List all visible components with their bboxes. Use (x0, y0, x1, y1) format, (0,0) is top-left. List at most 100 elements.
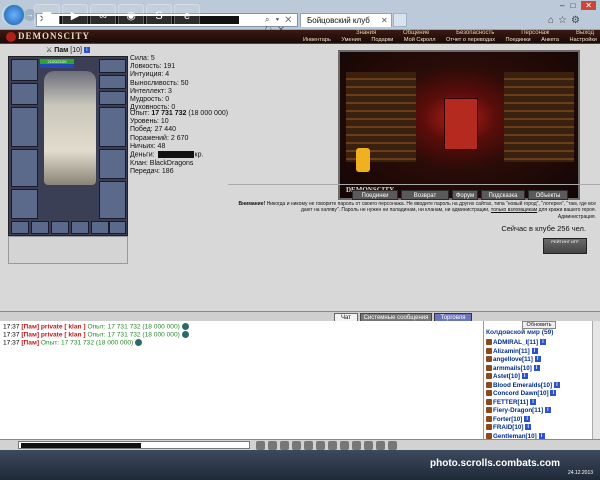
nav-inventory[interactable]: Инвентарь (303, 37, 331, 44)
smiles-icon[interactable] (292, 441, 301, 450)
nav-transfer-report[interactable]: Отчет о переводах (446, 37, 495, 44)
location-scene[interactable]: DEMONSCITY (338, 50, 580, 200)
ring-slot-1[interactable] (99, 75, 126, 89)
list-item[interactable]: Astet[10] i (486, 373, 592, 382)
filter-icon[interactable] (280, 441, 289, 450)
bag-slot-1[interactable] (11, 221, 29, 234)
chat-input[interactable] (18, 441, 250, 449)
nav-communication[interactable]: Общение (403, 30, 429, 37)
nav-settings[interactable]: Настройки (570, 37, 597, 44)
sound-icon[interactable] (328, 441, 337, 450)
nav-fights[interactable]: Поединки (505, 37, 530, 44)
chat-window[interactable]: 17:37 [Пам] private [ klan ] Опыт: 17 73… (0, 321, 484, 439)
main-area: ⚔ Пам [10] i 2100/2100 Сила: 5 Ловкость:… (0, 44, 600, 311)
clan-icon (486, 347, 492, 354)
home-icon[interactable]: ⌂ (548, 15, 558, 26)
objects-button[interactable]: Объекты (528, 190, 568, 200)
rating-banner[interactable]: РЕЙТИНГ ИГР (543, 238, 587, 254)
nav-skills[interactable]: Умения (341, 37, 361, 44)
tab-close-icon[interactable]: ✕ (381, 14, 388, 27)
money-line: Деньги: кр. (130, 151, 204, 159)
translit-icon[interactable] (304, 441, 313, 450)
bag-slot-4[interactable] (71, 221, 89, 234)
gear-icon[interactable]: ⚙ (571, 15, 584, 26)
ring-slot-2[interactable] (99, 91, 126, 105)
quick-slots[interactable] (8, 236, 128, 264)
list-item[interactable]: FETTER[11] i (486, 399, 592, 408)
bag-slot-5[interactable] (91, 221, 109, 234)
bag-slot-2[interactable] (31, 221, 49, 234)
log-icon[interactable] (340, 441, 349, 450)
belt-slot[interactable] (11, 189, 38, 219)
browser-icons[interactable]: ⌂☆⚙ (548, 15, 584, 26)
transfers-line: Передач: 186 (130, 167, 174, 175)
nav-gifts[interactable]: Подарки (371, 37, 393, 44)
losses-line: Поражений: 2 670 (130, 134, 189, 142)
mail-icon[interactable] (388, 441, 397, 450)
list-item[interactable]: Blood Emeralds[10] i (486, 382, 592, 391)
weapon-slot[interactable] (11, 107, 38, 147)
scene-door[interactable] (444, 98, 478, 150)
list-item[interactable]: FRAID[10] i (486, 424, 592, 433)
new-tab-button[interactable] (393, 13, 407, 27)
ie-icon[interactable]: e (174, 4, 200, 26)
nav-knowledge[interactable]: Знания (356, 30, 376, 37)
amulet-slot[interactable] (99, 59, 126, 73)
forum-button[interactable]: Форум (452, 190, 478, 200)
send-icon[interactable] (256, 441, 265, 450)
players-scrollbar[interactable] (592, 321, 600, 439)
earring-slot[interactable] (11, 83, 38, 105)
character-figure (44, 71, 96, 185)
fights-button[interactable]: Поединки (352, 190, 398, 200)
clear-icon[interactable] (268, 441, 277, 450)
hint-button[interactable]: Подсказка (481, 190, 525, 200)
start-button[interactable] (3, 4, 25, 26)
nav-my-scroll[interactable]: Мой Скролл (404, 37, 436, 44)
star-icon[interactable]: ☆ (558, 15, 571, 26)
bag-slot-3[interactable] (51, 221, 69, 234)
visual-studio-icon[interactable]: ∞ (90, 4, 116, 26)
list-item[interactable]: Forter[10] i (486, 416, 592, 425)
list-item[interactable]: angellove[11] i (486, 356, 592, 365)
private-icon[interactable] (316, 441, 325, 450)
nav-exit[interactable]: Выход (576, 30, 594, 37)
refresh-button[interactable]: Обновить (522, 321, 556, 329)
clan-icon (486, 373, 492, 380)
tab-title: Бойцовский клуб (307, 16, 370, 25)
list-item[interactable]: Alizamin[11] i (486, 348, 592, 357)
shield-slot[interactable] (99, 107, 126, 147)
folder-icon[interactable]: ▆ (34, 4, 60, 26)
nav-profile[interactable]: Анкета (541, 37, 559, 44)
boots-slot[interactable] (99, 181, 126, 219)
search-icon[interactable] (364, 441, 373, 450)
player-list: ADMIRAL_I[11] i Alizamin[11] i angellove… (486, 339, 592, 441)
browser-tab[interactable]: Бойцовский клуб ✕ (300, 13, 392, 27)
map-icon[interactable] (376, 441, 385, 450)
list-item[interactable]: armmails[10] i (486, 365, 592, 374)
media-player-icon[interactable]: ▶ (62, 4, 88, 26)
nav-character[interactable]: Персонаж (521, 30, 549, 37)
list-item[interactable]: ADMIRAL_I[11] i (486, 339, 592, 348)
settings-icon[interactable] (352, 441, 361, 450)
divider (228, 184, 600, 185)
window-controls[interactable]: –□ ✕ (520, 0, 600, 12)
helmet-slot[interactable] (11, 59, 38, 81)
list-item[interactable]: Fiery-Dragon[11] i (486, 407, 592, 416)
close-icon[interactable]: ✕ (581, 1, 596, 10)
skype-icon[interactable]: S (146, 4, 172, 26)
list-item[interactable]: Concord Dawn[10] i (486, 390, 592, 399)
info-icon: i (531, 347, 538, 354)
armor-slot[interactable] (11, 149, 38, 187)
minimize-icon[interactable]: – (560, 1, 570, 10)
game-logo[interactable]: DEMONSCITY (6, 31, 90, 42)
input-redaction (21, 443, 141, 448)
return-button[interactable]: Возврат (401, 190, 449, 200)
bag-slot-6[interactable] (109, 221, 126, 234)
maximize-icon[interactable]: □ (570, 1, 581, 10)
gloves-slot[interactable] (99, 149, 126, 179)
info-icon: i (525, 424, 532, 431)
nav-security[interactable]: Безопасность (456, 30, 494, 37)
firefox-icon[interactable]: ◉ (118, 4, 144, 26)
info-icon[interactable]: i (83, 47, 90, 54)
notice-link[interactable]: только взломщикам (491, 207, 537, 213)
